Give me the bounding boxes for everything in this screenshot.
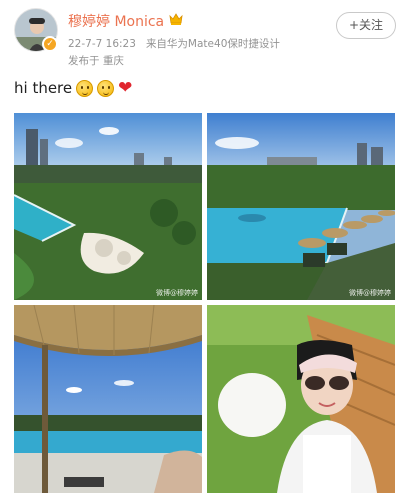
wink-face-icon (76, 79, 94, 97)
infinity-pool-aerial-image (14, 113, 202, 300)
photo-1[interactable]: 微博@穆婷婷 (14, 113, 202, 300)
verified-badge-icon: ✓ (42, 36, 58, 52)
post-header: ✓ 穆婷婷 Monica 22-7-7 16:23 来自华为Mate40保时捷设… (0, 0, 409, 70)
photo-3[interactable] (14, 305, 202, 493)
photo-4[interactable] (207, 305, 395, 493)
post-date[interactable]: 22-7-7 16:23 (68, 38, 136, 50)
photo-grid: 微博@穆婷婷 微博@穆婷婷 (14, 113, 395, 493)
post-text-content: hi there (14, 79, 73, 97)
selfie-with-visor-image (207, 305, 395, 493)
post-meta: 22-7-7 16:23 来自华为Mate40保时捷设计 (68, 36, 280, 51)
photo-watermark: 微博@穆婷婷 (156, 289, 198, 297)
crown-icon (169, 13, 183, 25)
post-text: hi there ❤ (14, 78, 132, 98)
straw-umbrella-pool-image (14, 305, 202, 493)
wink-face-icon (97, 79, 115, 97)
pool-with-umbrellas-image (207, 113, 395, 300)
post-source: 来自华为Mate40保时捷设计 (145, 38, 280, 50)
photo-watermark: 微博@穆婷婷 (349, 289, 391, 297)
follow-button[interactable]: +关注 (336, 12, 396, 39)
photo-2[interactable]: 微博@穆婷婷 (207, 113, 395, 300)
heart-icon: ❤ (118, 77, 133, 98)
post-location: 发布于 重庆 (68, 55, 124, 67)
username[interactable]: 穆婷婷 Monica (68, 11, 164, 31)
